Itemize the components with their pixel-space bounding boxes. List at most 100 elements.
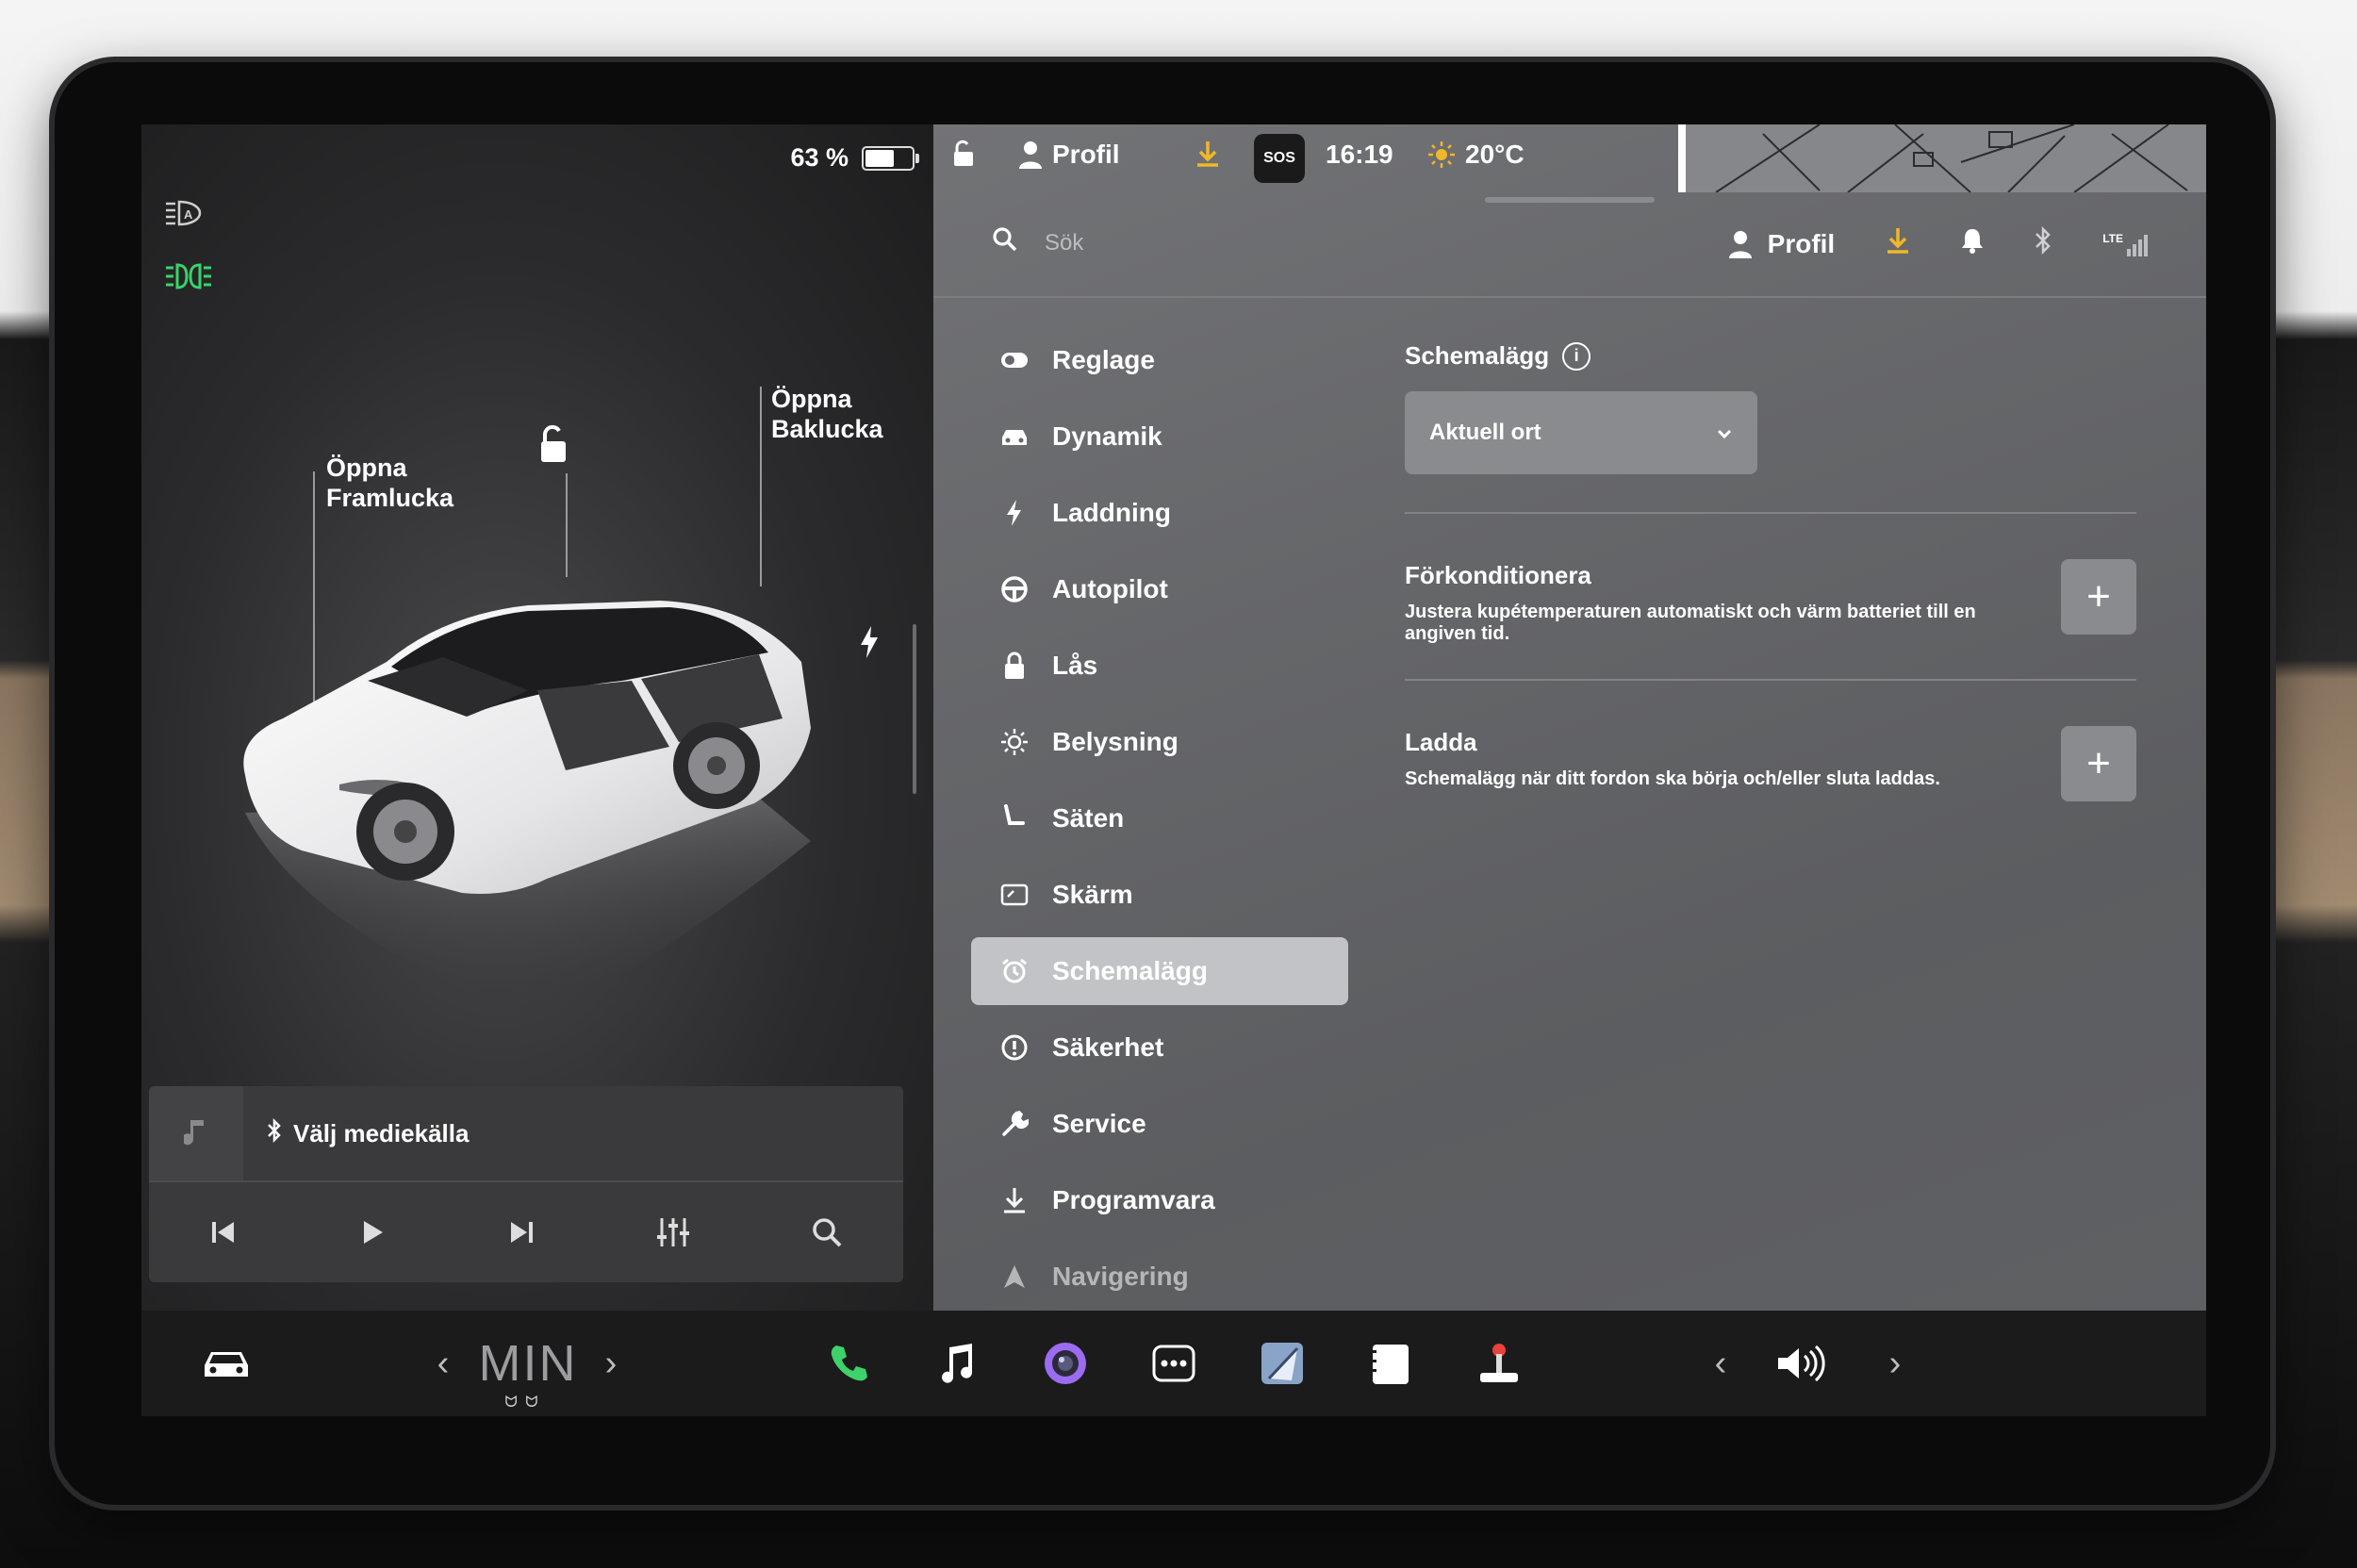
search-bar[interactable]: Sök xyxy=(992,226,1083,259)
status-profile-label: Profil xyxy=(1052,140,1120,169)
seat-heater-icons: ᗢ ᗢ xyxy=(504,1395,540,1411)
car-icon[interactable] xyxy=(179,1311,273,1416)
drl-icon xyxy=(164,262,213,297)
menu-item-belysning[interactable]: Belysning xyxy=(971,708,1348,776)
download-icon[interactable] xyxy=(1886,226,1910,261)
phone-icon[interactable] xyxy=(811,1311,886,1416)
bell-icon[interactable] xyxy=(1961,227,1984,260)
car-icon xyxy=(997,426,1031,447)
battery-status: 63 % xyxy=(790,143,919,173)
seat-icon xyxy=(997,804,1031,833)
menu-item-reglage[interactable]: Reglage xyxy=(971,326,1348,394)
unlock-icon[interactable] xyxy=(536,424,573,470)
more-icon[interactable] xyxy=(1136,1311,1211,1416)
settings-topbar: Sök Profil LTE xyxy=(933,192,2206,298)
add-preconditioning-button[interactable]: + xyxy=(2061,559,2136,635)
status-download-icon[interactable] xyxy=(1195,140,1220,168)
rear-trunk-label[interactable]: Öppna Baklucka xyxy=(771,384,883,444)
chevron-down-icon xyxy=(1716,420,1733,446)
sun-icon xyxy=(997,728,1031,756)
menu-label: Navigering xyxy=(1052,1262,1189,1291)
settings-menu: Reglage Dynamik Laddning Autopilot Lås B… xyxy=(971,326,1348,1319)
menu-label: Programvara xyxy=(1052,1185,1215,1214)
rear-trunk-label-line1: Öppna xyxy=(771,385,852,413)
charging-title: Ladda xyxy=(1405,728,1477,756)
schedule-title-row: Schemalägg i xyxy=(1405,341,2136,371)
status-temperature: 20°C xyxy=(1465,140,1525,169)
map-preview[interactable] xyxy=(1678,124,2206,192)
media-source-row[interactable]: Välj mediekälla xyxy=(149,1086,903,1182)
schedule-content: Schemalägg i Aktuell ort Förkonditionera… xyxy=(1405,341,2136,801)
status-profile[interactable]: Profil xyxy=(1018,140,1120,170)
media-player: Välj mediekälla xyxy=(149,1086,903,1282)
charging-description: Schemalägg när ditt fordon ska börja och… xyxy=(1405,768,1940,789)
search-placeholder: Sök xyxy=(1045,229,1084,256)
location-dropdown[interactable]: Aktuell ort xyxy=(1405,391,1757,474)
media-controls xyxy=(149,1182,903,1282)
menu-item-navigering[interactable]: Navigering xyxy=(971,1243,1348,1311)
music-note-icon xyxy=(149,1086,243,1180)
preconditioning-section: Förkonditionera Justera kupétemperaturen… xyxy=(1405,514,2136,645)
toybox-icon[interactable] xyxy=(1244,1311,1320,1416)
volume-icon[interactable] xyxy=(1763,1311,1838,1416)
menu-item-dynamik[interactable]: Dynamik xyxy=(971,403,1348,470)
steering-wheel-icon xyxy=(997,575,1031,603)
menu-label: Lås xyxy=(1052,651,1098,680)
touchscreen: 63 % A Öppna Framlucka Öppna Baklucka Vä… xyxy=(141,124,2206,1416)
search-icon xyxy=(992,226,1018,259)
joystick-icon[interactable] xyxy=(1461,1311,1537,1416)
menu-item-skarm[interactable]: Skärm xyxy=(971,861,1348,929)
auto-headlights-icon[interactable]: A xyxy=(164,198,206,236)
play-icon[interactable] xyxy=(358,1218,387,1246)
calendar-icon[interactable] xyxy=(1353,1311,1428,1416)
menu-item-service[interactable]: Service xyxy=(971,1090,1348,1158)
volume-down-chevron-icon[interactable]: ‹ xyxy=(1702,1311,1739,1416)
alarm-clock-icon xyxy=(997,957,1031,985)
search-icon[interactable] xyxy=(811,1216,843,1248)
bluetooth-icon[interactable] xyxy=(2035,225,2052,261)
menu-item-saten[interactable]: Säten xyxy=(971,784,1348,852)
page-title: Schemalägg xyxy=(1405,341,1550,370)
front-trunk-label[interactable]: Öppna Framlucka xyxy=(326,453,453,513)
menu-label: Säten xyxy=(1052,803,1125,833)
battery-level-fill xyxy=(865,149,894,167)
download-icon xyxy=(997,1186,1031,1214)
wrench-icon xyxy=(997,1110,1031,1138)
topbar-profile[interactable]: Profil xyxy=(1728,229,1835,259)
panel-scroll-indicator xyxy=(913,624,916,794)
menu-item-las[interactable]: Lås xyxy=(971,632,1348,700)
lte-signal-icon: LTE xyxy=(2102,232,2150,256)
menu-item-programvara[interactable]: Programvara xyxy=(971,1166,1348,1234)
status-lock-icon[interactable] xyxy=(950,140,977,168)
menu-label: Schemalägg xyxy=(1052,956,1208,985)
toggle-icon xyxy=(997,352,1031,369)
menu-label: Service xyxy=(1052,1109,1146,1138)
menu-item-sakerhet[interactable]: Säkerhet xyxy=(971,1014,1348,1081)
next-track-icon[interactable] xyxy=(507,1218,536,1246)
info-icon[interactable]: i xyxy=(1562,341,1591,371)
temp-up-chevron-icon[interactable]: › xyxy=(592,1311,630,1416)
music-icon[interactable] xyxy=(919,1311,995,1416)
equalizer-icon[interactable] xyxy=(656,1216,690,1248)
menu-item-laddning[interactable]: Laddning xyxy=(971,479,1348,547)
volume-up-chevron-icon[interactable]: › xyxy=(1876,1311,1914,1416)
charging-section: Ladda Schemalägg när ditt fordon ska bör… xyxy=(1405,681,2136,801)
media-source-text: Välj mediekälla xyxy=(293,1119,470,1147)
sos-button[interactable]: SOS xyxy=(1254,134,1305,183)
add-charging-button[interactable]: + xyxy=(2061,726,2136,801)
previous-track-icon[interactable] xyxy=(209,1218,238,1246)
camera-icon[interactable] xyxy=(1028,1311,1103,1416)
status-weather: 20°C xyxy=(1427,140,1525,170)
climate-temp[interactable]: MIN ᗢ ᗢ xyxy=(471,1311,585,1416)
menu-label: Säkerhet xyxy=(1052,1032,1164,1062)
bottom-dock: ‹ MIN ᗢ ᗢ › ‹ › xyxy=(141,1311,2206,1416)
menu-item-autopilot[interactable]: Autopilot xyxy=(971,555,1348,623)
status-time: 16:19 xyxy=(1326,140,1393,169)
bolt-icon xyxy=(997,499,1031,527)
temp-down-chevron-icon[interactable]: ‹ xyxy=(424,1311,462,1416)
rear-trunk-label-line2: Baklucka xyxy=(771,415,883,443)
svg-text:A: A xyxy=(184,207,193,222)
media-source-label[interactable]: Välj mediekälla xyxy=(267,1117,470,1149)
vehicle-model-image xyxy=(243,601,811,1020)
menu-item-schemalagg[interactable]: Schemalägg xyxy=(971,937,1348,1005)
